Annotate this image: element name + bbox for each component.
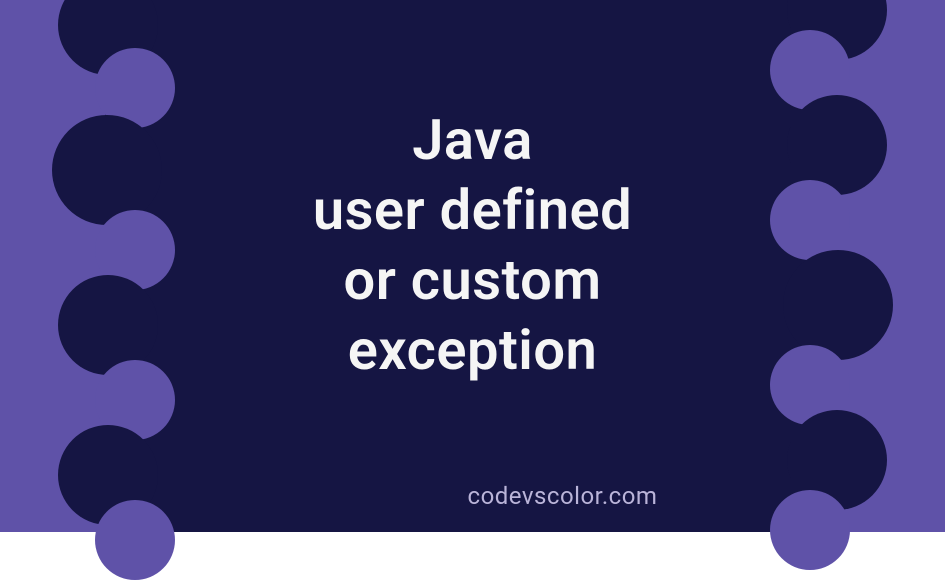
main-title: Java user defined or custom exception xyxy=(0,105,945,385)
graphic-banner: Java user defined or custom exception co… xyxy=(0,0,945,532)
blob-decoration xyxy=(95,500,175,580)
title-line: user defined xyxy=(0,175,945,245)
title-line: or custom xyxy=(0,245,945,315)
watermark-text: codevscolor.com xyxy=(0,482,945,510)
title-line: exception xyxy=(0,315,945,385)
title-line: Java xyxy=(0,105,945,175)
